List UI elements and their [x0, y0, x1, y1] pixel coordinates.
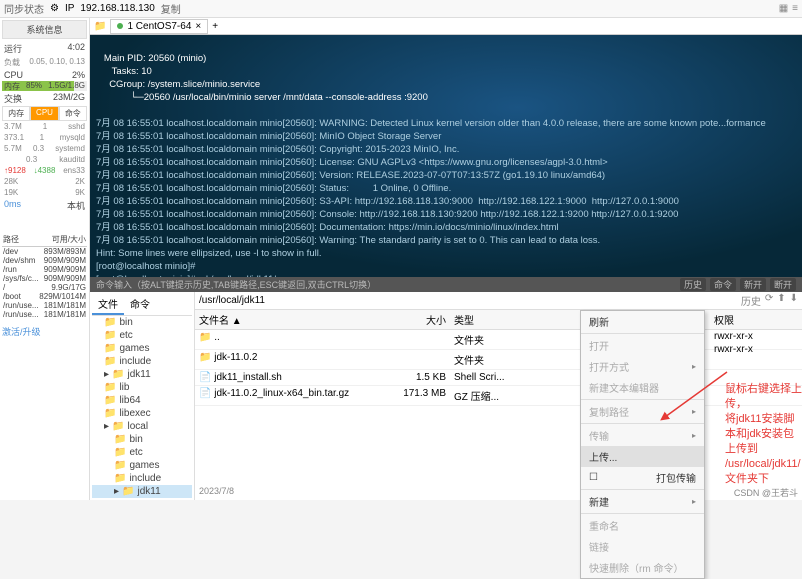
tab-files[interactable]: 文件 [92, 294, 124, 315]
file-tree[interactable]: 文件命令 📁 bin📁 etc📁 games📁 include▸ 📁 jdk11… [90, 292, 195, 500]
swap-value: 23M/2G [53, 92, 85, 105]
ctx-editor: 新建文本编辑器 [581, 377, 704, 398]
command-hint: 命令输入（按ALT键提示历史,TAB键路径,ESC键返回,双击CTRL切换） [96, 278, 376, 291]
file-row[interactable]: 📄 jdk-11.0.2_linux-x64_bin.tar.gz171.3 M… [195, 386, 802, 406]
tree-node[interactable]: 📁 lib64 [92, 394, 192, 407]
hint-history[interactable]: 历史 [680, 278, 706, 291]
tree-node[interactable]: ▸ 📁 jdk11 [92, 368, 192, 381]
ip-value: 192.168.118.130 [80, 3, 154, 14]
ctx-pack[interactable]: ☐ 打包传输 [581, 467, 704, 488]
net-down: ↓4388 [34, 166, 56, 175]
tree-node[interactable]: ▸ 📁 local [92, 420, 192, 433]
left-sidebar: 系统信息 运行 4:02 负载 0.05, 0.10, 0.13 CPU 2% 内存8… [0, 18, 90, 500]
ctx-link: 链接 [581, 536, 704, 557]
copy-button[interactable]: 复制 [161, 1, 181, 16]
close-icon[interactable]: × [195, 21, 201, 32]
context-menu: 刷新 打开 打开方式▸ 新建文本编辑器 复制路径▸ 传输▸ 上传... ☐ 打包… [580, 310, 705, 579]
props-perm-hdr: 权限 [710, 310, 802, 329]
fs-size-hdr: 可用/大小 [52, 234, 86, 245]
net-iface: ens33 [63, 166, 85, 175]
props-panel: 权限用户/用户组 rwxr-xr-xroot/root rwxr-xr-xroo… [710, 310, 802, 356]
annotation-text: 鼠标右键选择上传，将jdk11安装脚本和jdk安装包上传到/usr/local/… [725, 382, 802, 487]
grid-icon[interactable]: ▦ [779, 3, 788, 14]
terminal-tab-1[interactable]: 1 CentOS7-64× [110, 19, 208, 34]
proc-tabs[interactable]: 内存CPU命令 [2, 106, 87, 121]
ctx-rename: 重命名 [581, 515, 704, 536]
menu-icon[interactable]: ≡ [792, 3, 798, 14]
tree-node[interactable]: 📁 etc [92, 329, 192, 342]
ctx-copypath: 复制路径▸ [581, 401, 704, 422]
col-size[interactable]: 大小 [395, 310, 450, 329]
swap-label: 交换 [4, 92, 22, 105]
tree-node[interactable]: 📁 lib [92, 381, 192, 394]
ctx-open: 打开 [581, 335, 704, 356]
ctx-openwith: 打开方式▸ [581, 356, 704, 377]
tree-node[interactable]: 📁 bin [92, 316, 192, 329]
download-icon[interactable]: ⬇ [790, 293, 798, 308]
tree-node[interactable]: ▸ 📁 jdk11 [92, 485, 192, 498]
footer-date: 2023/7/8 [199, 486, 234, 500]
settings-icon[interactable]: ⚙ [50, 3, 59, 14]
col-type[interactable]: 类型 [450, 310, 510, 329]
hint-cmd[interactable]: 命令 [710, 278, 736, 291]
tree-node[interactable]: 📁 include [92, 472, 192, 485]
tree-node[interactable]: 📁 libexec [92, 407, 192, 420]
col-name[interactable]: 文件名 ▲ [195, 310, 395, 329]
ctx-refresh[interactable]: 刷新 [581, 311, 704, 332]
file-row[interactable]: 📄 jdk11_install.sh1.5 KBShell Scri... [195, 370, 802, 386]
cpu-label: CPU [4, 70, 23, 80]
cpu-value: 2% [72, 70, 85, 80]
runtime-value: 4:02 [67, 42, 85, 55]
folder-icon[interactable]: 📁 [94, 21, 106, 32]
tree-node[interactable]: 📁 include [92, 355, 192, 368]
ping-ms: 0ms [4, 199, 21, 212]
upload-icon[interactable]: ⬆ [777, 293, 785, 308]
load-value: 0.05, 0.10, 0.13 [29, 57, 85, 68]
ctx-upload[interactable]: 上传... [581, 446, 704, 467]
hint-new[interactable]: 新开 [740, 278, 766, 291]
tree-node[interactable]: 📁 bin [92, 433, 192, 446]
tree-node[interactable]: 📁 games [92, 342, 192, 355]
runtime-label: 运行 [4, 42, 22, 55]
localhost-label: 本机 [67, 199, 85, 212]
tree-node[interactable]: 📁 etc [92, 446, 192, 459]
ip-label: IP [65, 3, 74, 14]
path-breadcrumb[interactable]: /usr/local/jdk11 [199, 295, 265, 306]
add-tab-button[interactable]: + [212, 21, 218, 32]
hint-disconnect[interactable]: 断开 [770, 278, 796, 291]
load-label: 负载 [4, 57, 20, 68]
sync-status[interactable]: 同步状态 [4, 1, 44, 16]
fs-path-hdr: 路径 [3, 234, 19, 245]
mem-bar: 内存85%1.5G/1.8G [2, 81, 87, 91]
footer-author: CSDN @王若斗 [734, 486, 798, 500]
ctx-del: 快速删除（rm 命令） [581, 557, 704, 578]
ctx-transfer: 传输▸ [581, 425, 704, 446]
history-label[interactable]: 历史 [741, 293, 761, 308]
refresh-icon[interactable]: ⟳ [765, 293, 773, 308]
net-up: ↑9128 [4, 166, 26, 175]
tab-cmd[interactable]: 命令 [124, 294, 156, 315]
tree-node[interactable]: 📁 games [92, 459, 192, 472]
sysinfo-header[interactable]: 系统信息 [2, 20, 87, 39]
activate-link[interactable]: 激活/升级 [2, 325, 87, 338]
terminal-output[interactable]: Main PID: 20560 (minio) Tasks: 10 CGroup… [90, 35, 802, 277]
